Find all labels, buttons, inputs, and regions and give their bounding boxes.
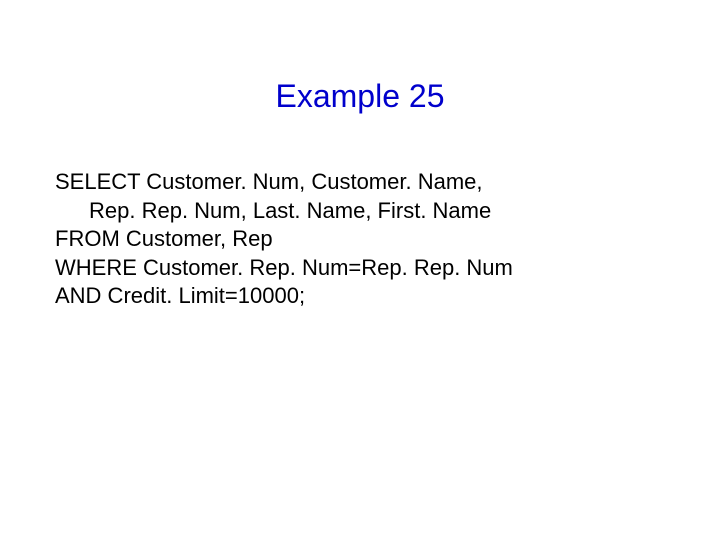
sql-line-2: Rep. Rep. Num, Last. Name, First. Name — [55, 197, 665, 226]
sql-line-3: FROM Customer, Rep — [55, 225, 665, 254]
sql-line-1: SELECT Customer. Num, Customer. Name, — [55, 168, 665, 197]
sql-block: SELECT Customer. Num, Customer. Name, Re… — [55, 168, 665, 311]
sql-line-5: AND Credit. Limit=10000; — [55, 282, 665, 311]
slide-title: Example 25 — [0, 78, 720, 115]
sql-line-4: WHERE Customer. Rep. Num=Rep. Rep. Num — [55, 254, 665, 283]
slide: Example 25 SELECT Customer. Num, Custome… — [0, 0, 720, 540]
